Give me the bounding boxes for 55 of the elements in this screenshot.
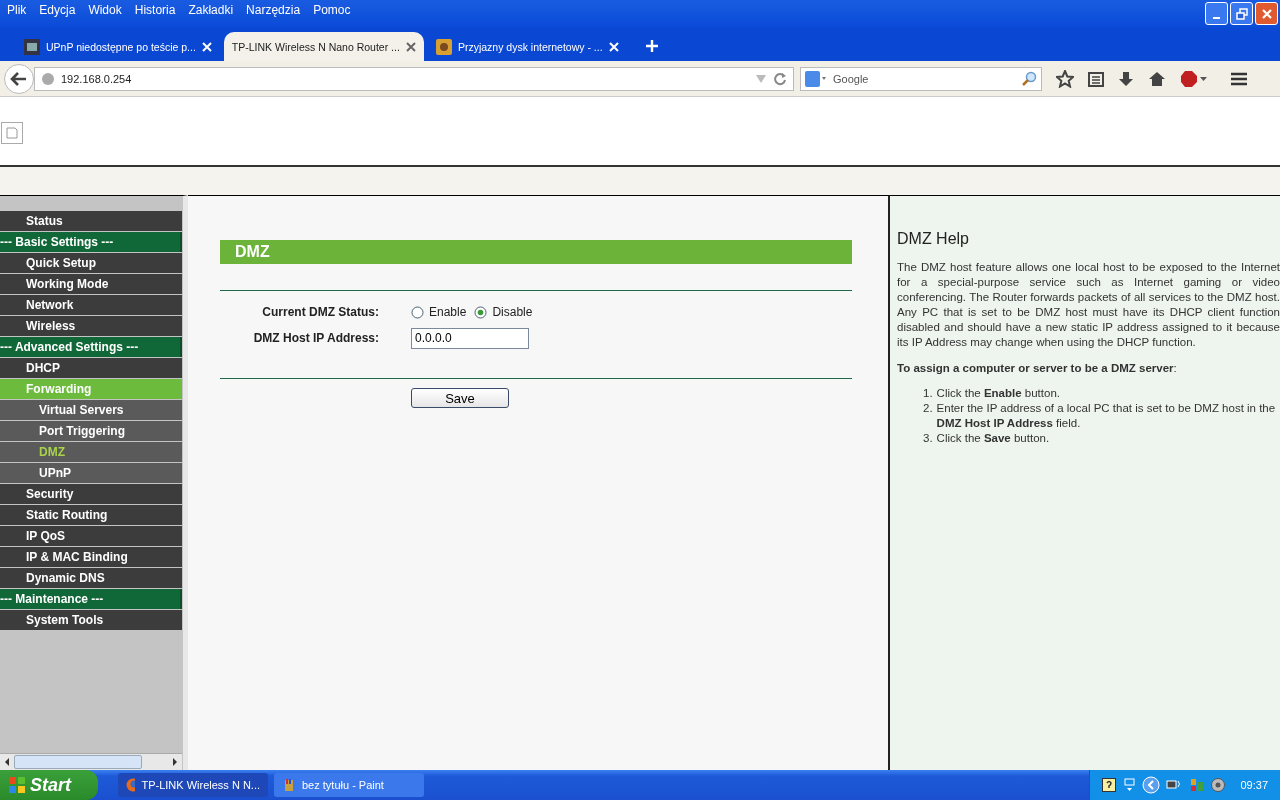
taskbar-button[interactable]: bez tytułu - Paint	[274, 773, 424, 797]
sidebar-item[interactable]: Working Mode	[0, 274, 182, 294]
step-number: 2.	[923, 401, 933, 416]
sidebar-item[interactable]: IP QoS	[0, 526, 182, 546]
ip-address-field[interactable]: 0.0.0.0	[411, 327, 529, 349]
address-bar[interactable]: 192.168.0.254	[34, 66, 794, 91]
step-number: 3.	[923, 431, 933, 446]
step-number: 1.	[923, 386, 933, 401]
page-title-bar: DMZ	[220, 240, 852, 264]
browser-tab[interactable]: Przyjazny dysk internetowy - ...	[427, 32, 627, 61]
help-step: Click the Enable button.	[936, 386, 1060, 401]
sidebar-item[interactable]: Quick Setup	[0, 253, 182, 273]
sidebar-subitem[interactable]: DMZ	[0, 442, 182, 462]
sidebar-item[interactable]: Wireless	[0, 316, 182, 336]
menu-section-heading: --- Advanced Settings ---	[0, 337, 182, 357]
help-step: Enter the IP address of a local PC that is set to be DMZ host in the DMZ Host IP Address field.	[936, 401, 1280, 431]
taskbar-button[interactable]: TP-LINK Wireless N N...	[118, 773, 268, 797]
sidebar-item[interactable]: System Tools	[0, 610, 182, 630]
sidebar-item[interactable]: IP & MAC Binding	[0, 547, 182, 567]
sidebar-subitem[interactable]: Port Triggering	[0, 421, 182, 441]
sidebar-item[interactable]: Static Routing	[0, 505, 182, 525]
menu-section-heading: --- Maintenance ---	[0, 589, 182, 609]
browser-tab[interactable]: UPnP niedostępne po teście p...	[16, 32, 220, 61]
start-button[interactable]: Start	[0, 770, 98, 800]
save-button[interactable]: Save	[411, 388, 509, 408]
menu-item[interactable]: Historia	[127, 3, 182, 17]
tab-title: Przyjazny dysk internetowy - ...	[457, 40, 603, 53]
sidebar-item[interactable]: Status	[0, 211, 182, 231]
sidebar-subitem[interactable]: UPnP	[0, 463, 182, 483]
menu-item[interactable]: Widok	[81, 3, 128, 17]
menu-item[interactable]: Narzędzia	[239, 3, 307, 17]
menu-section-heading: --- Basic Settings ---	[0, 232, 182, 252]
clock: 09:37	[1240, 779, 1268, 791]
tab-title: TP-LINK Wireless N Nano Router ...	[231, 40, 400, 53]
sidebar-subitem[interactable]: Virtual Servers	[0, 400, 182, 420]
url-text: 192.168.0.254	[61, 72, 132, 85]
field-label: DMZ Host IP Address:	[252, 331, 379, 345]
browser-tab[interactable]: TP-LINK Wireless N Nano Router ...	[223, 32, 424, 61]
menu-item[interactable]: Edycja	[32, 3, 82, 17]
radio-option[interactable]: Enable	[411, 305, 467, 319]
menu-item[interactable]: Plik	[0, 3, 33, 17]
sidebar-item[interactable]: DHCP	[0, 358, 182, 378]
menu-item[interactable]: Zakładki	[181, 3, 240, 17]
help-paragraph: The DMZ host feature allows one local host to be exposed to the Internet for a special-purpose service such as Internet gaming or video conferencing. The Router forwards packets of all services to the DMZ host. Any PC that is set to be DMZ host must have its DHCP client function disabled and should have a new static IP address assigned to it because its IP Address may change when using the DHCP function.	[897, 260, 1280, 350]
help-title: DMZ Help	[897, 230, 970, 248]
sidebar-item[interactable]: Dynamic DNS	[0, 568, 182, 588]
sidebar-item[interactable]: Security	[0, 484, 182, 504]
field-label: Current DMZ Status:	[261, 305, 379, 319]
help-step: Click the Save button.	[936, 431, 1050, 446]
search-box[interactable]: Google	[800, 66, 1042, 91]
radio-option[interactable]: Disable	[474, 305, 533, 319]
tab-title: UPnP niedostępne po teście p...	[46, 40, 196, 53]
menu-item[interactable]: Pomoc	[306, 3, 357, 17]
sidebar-item[interactable]: Network	[0, 295, 182, 315]
help-subheading: To assign a computer or server to be a DMZ server:	[897, 362, 1178, 374]
